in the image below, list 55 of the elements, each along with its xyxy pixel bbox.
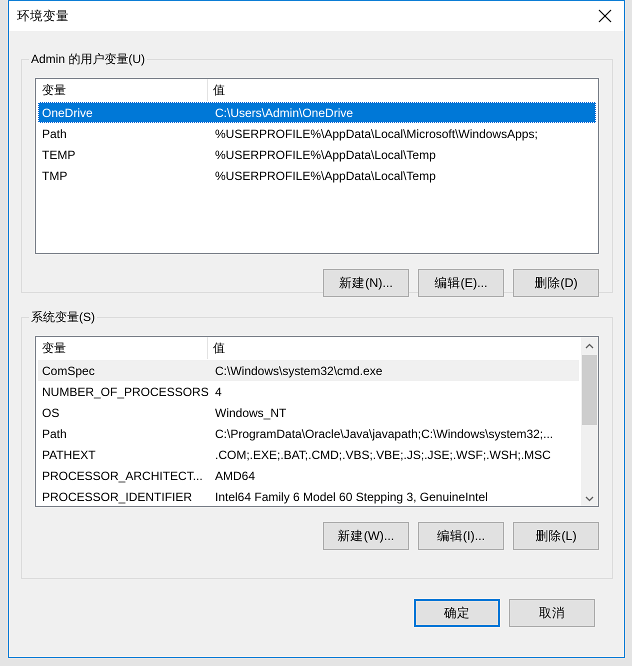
variable-value: C:\Users\Admin\OneDrive [214, 106, 354, 120]
action-button[interactable]: 新建(N)... [323, 269, 409, 297]
action-button[interactable]: 新建(W)... [323, 522, 409, 550]
list-row[interactable]: TMP %USERPROFILE%\AppData\Local\Temp [38, 165, 596, 186]
close-icon[interactable] [598, 9, 612, 23]
variable-value: AMD64 [214, 468, 256, 482]
action-button[interactable]: 编辑(E)... [418, 269, 504, 297]
list-row[interactable]: PATHEXT .COM;.EXE;.BAT;.CMD;.VBS;.VBE;.JS;.JSE;.WSF;.WSH;.MSC [38, 444, 579, 465]
group-title: 系统变量(S) [29, 309, 97, 326]
action-button[interactable]: 编辑(I)... [418, 522, 504, 550]
variable-value: .COM;.EXE;.BAT;.CMD;.VBS;.VBE;.JS;.JSE;.WSF;.WSH;.MSC [214, 448, 552, 462]
action-button[interactable]: 删除(L) [513, 522, 599, 550]
variable-value: 4 [214, 384, 223, 398]
variable-list[interactable] [35, 336, 599, 507]
dialog-button[interactable]: 确定 [414, 599, 500, 627]
column-header[interactable]: 值 [208, 337, 579, 359]
variable-name: TEMP [41, 148, 76, 162]
variable-name: OS [41, 406, 60, 420]
list-row[interactable]: PROCESSOR_IDENTIFIER Intel64 Family 6 Model 60 Stepping 3, GenuineIntel [38, 486, 579, 507]
group-title: Admin 的用户变量(U) [29, 51, 148, 68]
column-header[interactable]: 值 [208, 79, 596, 101]
variable-name: Path [41, 126, 68, 140]
list-row[interactable]: PROCESSOR_ARCHITECT... AMD64 [38, 465, 579, 486]
variable-value: C:\ProgramData\Oracle\Java\javapath;C:\Windows\system32;... [214, 426, 554, 440]
list-row[interactable]: OS Windows_NT [38, 402, 579, 423]
column-header[interactable]: 变量 [38, 337, 208, 359]
variable-value: %USERPROFILE%\AppData\Local\Microsoft\WindowsApps; [214, 126, 539, 140]
variable-name: OneDrive [41, 106, 94, 120]
variable-name: Path [41, 426, 68, 440]
variable-name: PROCESSOR_ARCHITECT... [41, 468, 204, 482]
variable-name: ComSpec [41, 364, 96, 378]
scroll-down-icon[interactable] [585, 496, 594, 502]
variable-list[interactable]: 变量 值 OneDrive C:\Users\Admin\OneDrive Path %USERPROFILE%\AppData\Local\Microsoft\WindowsApps; TEMP %USERPROFILE%\AppData\Local\Temp TMP %USERPROFILE%\AppData\Local\Temp [35, 78, 599, 254]
list-row[interactable]: Path C:\ProgramData\Oracle\Java\javapath;C:\Windows\system32;... [38, 423, 579, 444]
scrollbar[interactable] [581, 337, 598, 506]
variable-name: NUMBER_OF_PROCESSORS [41, 384, 210, 398]
variable-name: PROCESSOR_IDENTIFIER [41, 490, 194, 504]
list-row[interactable]: NUMBER_OF_PROCESSORS 4 [38, 381, 579, 402]
list-row[interactable]: ComSpec C:\Windows\system32\cmd.exe [38, 360, 579, 381]
variable-value: %USERPROFILE%\AppData\Local\Temp [214, 168, 437, 182]
variable-name: PATHEXT [41, 448, 97, 462]
action-button[interactable]: 删除(D) [513, 269, 599, 297]
variable-value: Windows_NT [214, 406, 288, 420]
scroll-thumb[interactable] [582, 355, 597, 425]
list-row[interactable]: OneDrive C:\Users\Admin\OneDrive [38, 102, 596, 123]
variable-name: TMP [41, 168, 68, 182]
window-title: 环境变量 [17, 8, 69, 24]
dialog-button[interactable]: 取消 [509, 599, 595, 627]
variable-value: %USERPROFILE%\AppData\Local\Temp [214, 148, 437, 162]
column-header[interactable]: 变量 [38, 79, 208, 101]
list-row[interactable]: Path %USERPROFILE%\AppData\Local\Microsoft\WindowsApps; [38, 123, 596, 144]
variable-value: C:\Windows\system32\cmd.exe [214, 364, 384, 378]
variable-value: Intel64 Family 6 Model 60 Stepping 3, GenuineIntel [214, 490, 489, 504]
list-row[interactable]: TEMP %USERPROFILE%\AppData\Local\Temp [38, 144, 596, 165]
scroll-up-icon[interactable] [585, 343, 594, 349]
